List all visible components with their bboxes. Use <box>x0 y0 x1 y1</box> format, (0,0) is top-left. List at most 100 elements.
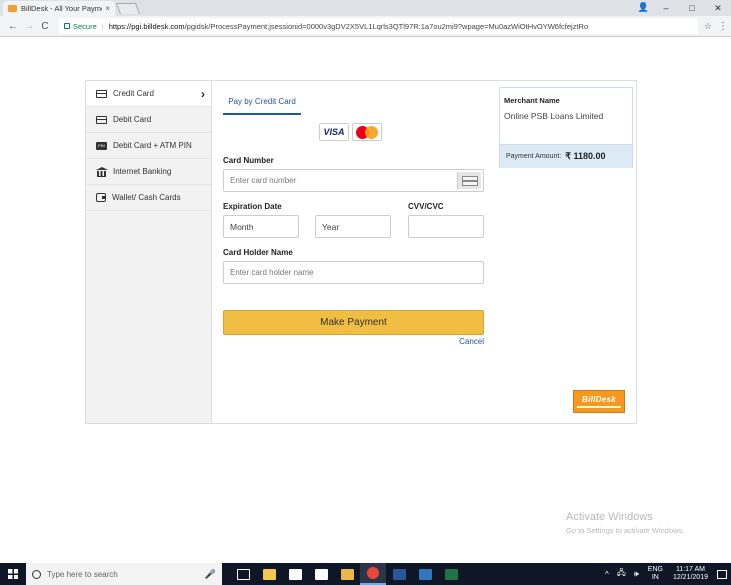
card-holder-label: Card Holder Name <box>223 248 293 257</box>
notifications-icon[interactable] <box>717 569 727 579</box>
bank-icon <box>96 166 108 177</box>
store-icon <box>288 568 302 580</box>
close-window-button[interactable]: ✕ <box>705 0 731 16</box>
payment-amount-row: Payment Amount: ₹ 1180.00 <box>500 144 632 168</box>
activate-windows-watermark: Activate Windows Go to Settings to activ… <box>566 511 684 535</box>
folder-taskbar-button[interactable] <box>334 563 360 585</box>
tray-chevron-icon[interactable]: ^ <box>605 570 609 579</box>
browser-tab[interactable]: BillDesk - All Your Payme × <box>3 1 115 16</box>
activate-windows-title: Activate Windows <box>566 511 653 523</box>
activate-windows-subtitle: Go to Settings to activate Windows. <box>566 526 685 535</box>
task-view-icon <box>236 568 250 580</box>
accepted-cards: VISA <box>319 123 385 141</box>
taskbar-search-box[interactable]: Type here to search 🎤 <box>26 563 222 585</box>
billdesk-logo-text: BillDesk <box>582 395 616 404</box>
edge-taskbar-button[interactable] <box>412 563 438 585</box>
sidebar-item-label: Wallet/ Cash Cards <box>112 193 181 202</box>
sidebar-item-debit-card[interactable]: Debit Card <box>86 107 211 133</box>
file-explorer-taskbar-button[interactable] <box>256 563 282 585</box>
system-tray: ^ 🖧 🕪 ENG IN 11:17 AM 12/21/2019 <box>601 566 731 582</box>
url-text: https://pgi.billdesk.com/pgidsk/ProcessP… <box>109 22 588 31</box>
wallet-icon <box>96 193 106 202</box>
payment-method-sidebar: Credit Card › Debit Card PIN Debit Card … <box>86 81 212 423</box>
reload-button[interactable]: C <box>37 21 53 32</box>
cancel-link[interactable]: Cancel <box>459 337 484 346</box>
credit-card-form: Pay by Credit Card VISA Card Number Ente… <box>223 81 485 423</box>
new-tab-button[interactable] <box>115 3 141 14</box>
task-view-taskbar-button[interactable] <box>230 563 256 585</box>
tab-title: BillDesk - All Your Payme <box>21 4 103 13</box>
billdesk-favicon-icon <box>8 5 17 12</box>
language-code: ENG <box>647 566 663 573</box>
expiry-year-select[interactable]: Year <box>315 215 391 238</box>
tab-pay-by-credit-card[interactable]: Pay by Credit Card <box>223 97 301 115</box>
account-icon[interactable]: 👤 <box>638 2 649 13</box>
payment-amount-value: ₹ 1180.00 <box>565 151 606 161</box>
card-holder-placeholder: Enter card holder name <box>230 268 314 277</box>
bookmark-star-icon[interactable]: ☆ <box>704 21 712 32</box>
card-holder-input[interactable]: Enter card holder name <box>223 261 484 284</box>
browser-tabbar: BillDesk - All Your Payme × 👤 – □ ✕ <box>0 0 731 16</box>
atm-pin-icon: PIN <box>96 141 107 150</box>
card-number-input[interactable]: Enter card number <box>223 169 484 192</box>
browser-menu-icon[interactable]: ⋮ <box>718 21 728 32</box>
sidebar-item-debit-atm-pin[interactable]: PIN Debit Card + ATM PIN <box>86 133 211 159</box>
payment-panel: Credit Card › Debit Card PIN Debit Card … <box>85 80 637 424</box>
network-icon[interactable]: 🖧 <box>617 567 626 581</box>
visa-logo-icon: VISA <box>319 123 349 141</box>
clock-date: 12/21/2019 <box>672 574 708 581</box>
address-separator: | <box>101 21 104 31</box>
billdesk-logo: BillDesk <box>573 390 625 413</box>
back-button[interactable]: ← <box>5 21 21 32</box>
word-icon <box>392 568 406 580</box>
merchant-name-label: Merchant Name <box>504 96 560 105</box>
windows-taskbar: Type here to search 🎤 ^ 🖧 🕪 ENG IN 11:17… <box>0 563 731 585</box>
expiration-date-label: Expiration Date <box>223 202 282 211</box>
sidebar-item-label: Credit Card <box>113 89 154 98</box>
card-number-placeholder: Enter card number <box>230 176 297 185</box>
mail-taskbar-button[interactable] <box>308 563 334 585</box>
payment-amount-label: Payment Amount: <box>506 153 562 160</box>
clock-time: 11:17 AM <box>675 566 705 573</box>
sidebar-item-label: Debit Card + ATM PIN <box>113 141 192 150</box>
billdesk-tagline-mark <box>577 406 621 408</box>
forward-button[interactable]: → <box>21 21 37 32</box>
folder-icon <box>340 568 354 580</box>
minimize-button[interactable]: – <box>653 0 679 16</box>
debit-card-icon <box>96 115 107 124</box>
taskbar-clock[interactable]: 11:17 AM 12/21/2019 <box>673 566 708 582</box>
store-taskbar-button[interactable] <box>282 563 308 585</box>
sidebar-item-wallet[interactable]: Wallet/ Cash Cards <box>86 185 211 211</box>
search-icon <box>32 569 41 579</box>
merchant-name: Online PSB Loans Limited <box>504 111 604 121</box>
address-bar[interactable]: Secure | https://pgi.billdesk.com/pgidsk… <box>59 18 698 34</box>
excel-taskbar-button[interactable] <box>438 563 464 585</box>
browser-toolbar: ← → C Secure | https://pgi.billdesk.com/… <box>0 16 731 37</box>
taskbar-search-placeholder: Type here to search <box>47 569 118 579</box>
expiry-month-select[interactable]: Month <box>223 215 299 238</box>
volume-icon[interactable]: 🕪 <box>634 569 639 579</box>
region-code: IN <box>651 574 659 581</box>
sidebar-item-internet-banking[interactable]: Internet Banking <box>86 159 211 185</box>
credit-card-icon <box>96 89 107 98</box>
word-taskbar-button[interactable] <box>386 563 412 585</box>
microphone-icon[interactable]: 🎤 <box>205 569 216 580</box>
secure-label: Secure <box>73 21 97 31</box>
chrome-taskbar-button[interactable] <box>360 563 386 585</box>
mastercard-logo-icon <box>352 123 382 141</box>
start-button[interactable] <box>0 563 26 585</box>
lock-icon <box>64 23 70 29</box>
visa-logo-text: VISA <box>323 127 345 137</box>
cvv-label: CVV/CVC <box>408 202 444 211</box>
sidebar-item-credit-card[interactable]: Credit Card › <box>86 81 211 107</box>
tab-close-icon[interactable]: × <box>105 4 110 13</box>
sidebar-item-label: Debit Card <box>113 115 152 124</box>
language-indicator[interactable]: ENG IN <box>648 566 663 582</box>
taskbar-apps <box>230 563 464 585</box>
maximize-button[interactable]: □ <box>679 0 705 16</box>
edge-icon <box>418 568 432 580</box>
chevron-right-icon: › <box>201 86 205 101</box>
cvv-input[interactable] <box>408 215 484 238</box>
url-host: https://pgi.billdesk.com <box>108 21 185 31</box>
make-payment-button[interactable]: Make Payment <box>223 310 484 335</box>
